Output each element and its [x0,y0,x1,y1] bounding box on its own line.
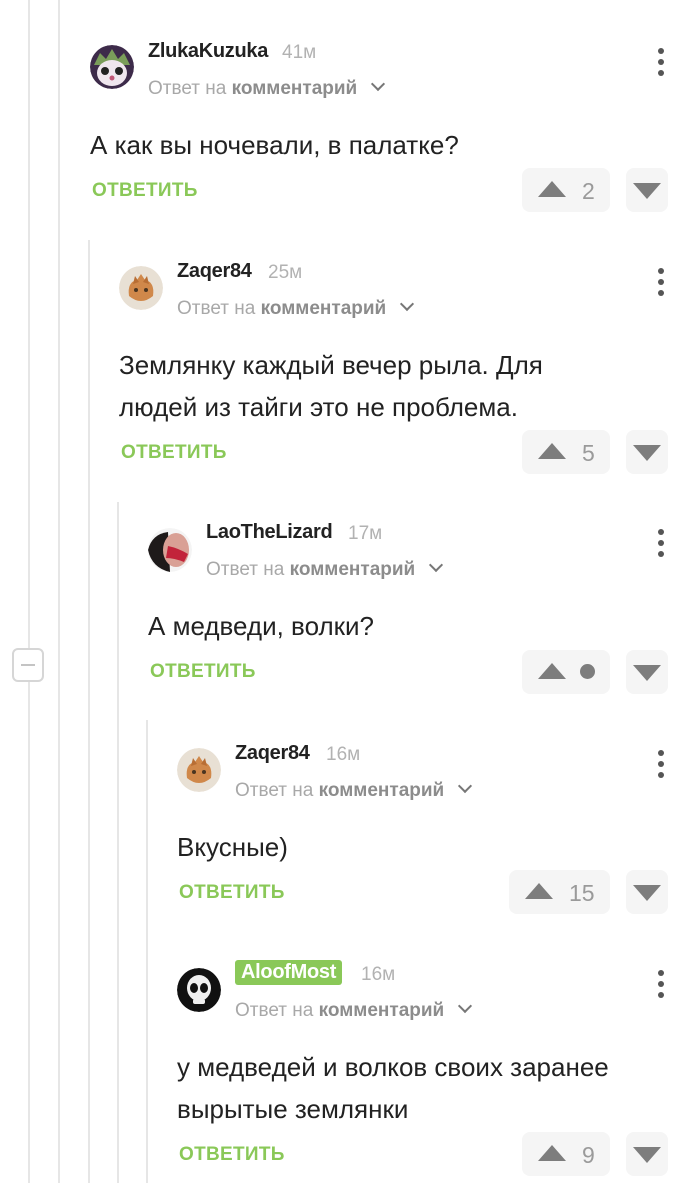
downvote-button[interactable] [626,650,668,694]
upvote-button[interactable]: 5 [522,430,610,474]
arrow-up-icon [538,1145,566,1161]
comment-text: Вкусные) [177,832,288,862]
chevron-down-icon[interactable] [399,296,414,312]
arrow-up-icon [538,663,566,679]
collapse-thread-button[interactable] [12,648,44,682]
parent-comment-link[interactable]: комментарий [290,559,416,580]
parent-comment-link[interactable]: комментарий [232,78,358,99]
thread-line-level-4 [146,720,148,1183]
neutral-dot-icon [580,664,595,679]
comment-text: А как вы ночевали, в палатке? [90,130,459,160]
comment-text: Землянку каждый вечер рыла. Для людей из… [119,350,543,422]
author-name[interactable]: AloofMost [235,960,343,985]
comment-time: 25м [268,262,303,283]
downvote-button[interactable] [626,870,668,914]
reply-button[interactable]: ОТВЕТИТЬ [150,661,256,683]
upvote-button[interactable]: 2 [522,168,610,212]
reply-to-info[interactable]: Ответ на комментарий [177,296,414,320]
reply-to-info[interactable]: Ответ на комментарий [148,76,385,100]
downvote-button[interactable] [626,168,668,212]
avatar[interactable] [177,748,221,792]
avatar[interactable] [177,968,221,1012]
reply-to-info[interactable]: Ответ на комментарий [235,778,472,802]
reply-to-info[interactable]: Ответ на комментарий [235,998,472,1022]
chevron-down-icon[interactable] [370,76,385,92]
arrow-up-icon [525,883,553,899]
ginger-cat-avatar [119,266,163,310]
avatar[interactable] [119,266,163,310]
reply-button[interactable]: ОТВЕТИТЬ [92,180,198,202]
thread-line-level-0 [28,0,30,648]
reply-button[interactable]: ОТВЕТИТЬ [179,1144,285,1166]
more-options-icon[interactable] [658,268,664,301]
comment-time: 17м [348,523,383,544]
comment-text: у медведей и волков своих заранее вырыты… [177,1052,609,1124]
chevron-down-icon[interactable] [457,998,472,1014]
reply-button[interactable]: ОТВЕТИТЬ [179,882,285,904]
more-options-icon[interactable] [658,970,664,1003]
avatar[interactable] [90,45,134,89]
author-name[interactable]: ZlukaKuzuka [148,40,268,63]
upvote-button[interactable] [522,650,610,694]
arrow-up-icon [538,181,566,197]
comment-time: 16м [326,744,361,765]
rating-score: 9 [582,1142,595,1168]
rating-score: 2 [582,178,595,204]
rating-score: 15 [569,880,595,906]
comment-time: 16м [361,964,396,985]
parent-comment-link[interactable]: комментарий [261,298,387,319]
ginger-cat-avatar [177,748,221,792]
arrow-down-icon [633,445,661,461]
reply-to-info[interactable]: Ответ на комментарий [206,557,443,581]
more-options-icon[interactable] [658,529,664,562]
face-photo-avatar [148,528,192,572]
arrow-up-icon [538,443,566,459]
author-name[interactable]: LaoTheLizard [206,521,333,544]
hedgehog-face-avatar [90,45,134,89]
alien-skull-avatar [177,968,221,1012]
chevron-down-icon[interactable] [428,557,443,573]
author-name[interactable]: Zaqer84 [235,742,310,765]
rating-score: 5 [582,440,595,466]
reply-button[interactable]: ОТВЕТИТЬ [121,442,227,464]
arrow-down-icon [633,885,661,901]
comment-text: А медведи, волки? [148,611,374,641]
thread-line-level-3 [117,502,119,1183]
comment-time: 41м [282,42,317,63]
upvote-button[interactable]: 9 [522,1132,610,1176]
more-options-icon[interactable] [658,750,664,783]
more-options-icon[interactable] [658,48,664,81]
thread-line-level-0-lower [28,682,30,1183]
avatar[interactable] [148,528,192,572]
parent-comment-link[interactable]: комментарий [319,1000,445,1021]
thread-line-level-2 [88,240,90,1183]
upvote-button[interactable]: 15 [509,870,610,914]
arrow-down-icon [633,1147,661,1163]
arrow-down-icon [633,665,661,681]
parent-comment-link[interactable]: комментарий [319,780,445,801]
downvote-button[interactable] [626,1132,668,1176]
thread-line-level-1 [58,0,60,1183]
arrow-down-icon [633,183,661,199]
downvote-button[interactable] [626,430,668,474]
author-name[interactable]: Zaqer84 [177,260,252,283]
chevron-down-icon[interactable] [457,778,472,794]
